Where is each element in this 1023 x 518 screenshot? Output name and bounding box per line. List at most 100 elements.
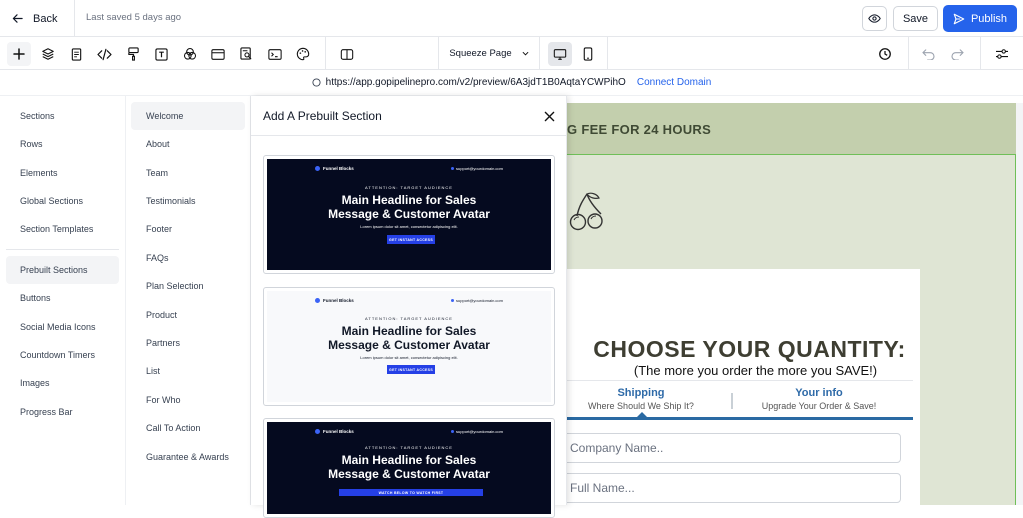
save-button[interactable]: Save bbox=[893, 6, 938, 31]
full-name-field[interactable]: Full Name... bbox=[563, 473, 901, 503]
quantity-subheading: (The more you order the more you SAVE!) bbox=[633, 363, 878, 378]
sub-item-for-who[interactable]: For Who bbox=[131, 386, 245, 414]
nav-item-sections[interactable]: Sections bbox=[6, 102, 119, 130]
page-selector-label: Squeeze Page bbox=[449, 48, 512, 59]
sub-item-guarantee-awards[interactable]: Guarantee & Awards bbox=[131, 443, 245, 471]
redo-button[interactable] bbox=[945, 42, 969, 66]
mobile-view-button[interactable] bbox=[576, 42, 600, 66]
preview-button[interactable] bbox=[862, 6, 887, 31]
nav-item-images[interactable]: Images bbox=[6, 369, 119, 397]
nav-item-social-media-icons[interactable]: Social Media Icons bbox=[6, 313, 119, 341]
step-subtitle: Where Should We Ship It? bbox=[588, 401, 694, 411]
thumbnail-email-text: support@yourdomain.com bbox=[456, 298, 503, 303]
layout-button[interactable] bbox=[206, 42, 230, 66]
prebuilt-section-thumbnail[interactable]: Funnel Blocks support@yourdomain.com ATT… bbox=[263, 418, 555, 518]
nav-item-countdown-timers[interactable]: Countdown Timers bbox=[6, 341, 119, 369]
page-canvas: G FEE FOR 24 HOURS CHOOSE YOUR QUANTITY:… bbox=[563, 96, 1023, 505]
layers-button[interactable] bbox=[36, 42, 60, 66]
prebuilt-section-thumbnail[interactable]: Funnel Blocks support@yourdomain.com ATT… bbox=[263, 155, 555, 274]
connect-domain-link[interactable]: Connect Domain bbox=[637, 77, 711, 88]
nav-item-prebuilt-sections[interactable]: Prebuilt Sections bbox=[6, 256, 119, 284]
sub-item-footer[interactable]: Footer bbox=[131, 215, 245, 243]
sub-item-label: FAQs bbox=[146, 253, 169, 263]
color-circles-icon bbox=[183, 47, 197, 60]
nav-item-buttons[interactable]: Buttons bbox=[6, 284, 119, 312]
publish-button[interactable]: Publish bbox=[943, 5, 1017, 32]
close-panel-button[interactable] bbox=[541, 108, 557, 124]
nav-item-progress-bar[interactable]: Progress Bar bbox=[6, 398, 119, 426]
preview-url[interactable]: https://app.gopipelinepro.com/v2/preview… bbox=[326, 77, 626, 88]
nav-item-label: Images bbox=[20, 378, 50, 388]
nav-item-elements[interactable]: Elements bbox=[6, 159, 119, 187]
layout-icon bbox=[211, 48, 225, 60]
thumbnail-cta: GET INSTANT ACCESS bbox=[387, 235, 435, 244]
page-selector-dropdown[interactable]: Squeeze Page bbox=[438, 37, 540, 70]
canvas-scrollbar[interactable] bbox=[1016, 103, 1023, 505]
nav-item-label: Rows bbox=[20, 139, 43, 149]
toolbar-divider bbox=[607, 37, 608, 70]
theme-button[interactable] bbox=[291, 42, 315, 66]
nav-item-global-sections[interactable]: Global Sections bbox=[6, 187, 119, 215]
paint-button[interactable] bbox=[121, 42, 145, 66]
sub-item-label: Partners bbox=[146, 338, 181, 348]
promo-banner[interactable]: G FEE FOR 24 HOURS bbox=[567, 103, 1016, 155]
sub-item-plan-selection[interactable]: Plan Selection bbox=[131, 272, 245, 300]
thumbnail-headline: Message & Customer Avatar bbox=[328, 467, 490, 481]
desktop-icon bbox=[553, 48, 567, 60]
sub-item-partners[interactable]: Partners bbox=[131, 329, 245, 357]
back-button[interactable]: Back bbox=[0, 0, 75, 37]
field-placeholder: Full Name... bbox=[570, 481, 635, 495]
redo-icon bbox=[950, 48, 964, 60]
sub-item-welcome[interactable]: Welcome bbox=[131, 102, 245, 130]
sub-item-label: Welcome bbox=[146, 111, 184, 121]
thumbnail-headline: Message & Customer Avatar bbox=[328, 207, 490, 221]
thumbnail-logo: Funnel Blocks bbox=[315, 429, 354, 434]
step-shipping[interactable]: Shipping Where Should We Ship It? bbox=[581, 387, 701, 411]
sub-item-label: Testimonials bbox=[146, 196, 196, 206]
eye-icon bbox=[868, 14, 881, 23]
layers-icon bbox=[42, 48, 54, 60]
step-title: Shipping bbox=[617, 387, 665, 399]
nav-item-label: Progress Bar bbox=[20, 407, 73, 417]
nav-item-section-templates[interactable]: Section Templates bbox=[6, 215, 119, 243]
sidebar-toggle-button[interactable] bbox=[335, 42, 359, 66]
toolbar-divider bbox=[325, 37, 326, 70]
text-button[interactable] bbox=[149, 42, 173, 66]
pages-button[interactable] bbox=[64, 42, 88, 66]
search-doc-icon bbox=[239, 47, 252, 60]
step-your-info[interactable]: Your info Upgrade Your Order & Save! bbox=[751, 387, 887, 411]
last-saved-status: Last saved 5 days ago bbox=[86, 12, 182, 23]
step-subtitle: Upgrade Your Order & Save! bbox=[761, 401, 877, 411]
thumbnail-email: support@yourdomain.com bbox=[451, 429, 503, 434]
sub-item-testimonials[interactable]: Testimonials bbox=[131, 187, 245, 215]
thumbnail-headline: Main Headline for Sales bbox=[341, 324, 477, 338]
desktop-view-button[interactable] bbox=[548, 42, 572, 66]
cherry-icon bbox=[569, 192, 603, 231]
undo-button[interactable] bbox=[916, 42, 940, 66]
sub-item-call-to-action[interactable]: Call To Action bbox=[131, 414, 245, 442]
seo-button[interactable] bbox=[234, 42, 258, 66]
thumbnail-email-text: support@yourdomain.com bbox=[456, 166, 503, 171]
sub-item-product[interactable]: Product bbox=[131, 301, 245, 329]
thumbnail-logo-text: Funnel Blocks bbox=[323, 166, 354, 171]
terminal-button[interactable] bbox=[263, 42, 287, 66]
add-element-button[interactable] bbox=[7, 42, 31, 66]
settings-button[interactable] bbox=[990, 42, 1014, 66]
code-button[interactable] bbox=[92, 42, 116, 66]
thumbnail-subtext: Lorem ipsum dolor sit amet, consectetur … bbox=[360, 355, 458, 360]
field-placeholder: Company Name.. bbox=[570, 441, 664, 455]
company-name-field[interactable]: Company Name.. bbox=[563, 433, 901, 463]
text-icon bbox=[154, 47, 168, 61]
sub-item-team[interactable]: Team bbox=[131, 159, 245, 187]
thumbnail-eyebrow: ATTENTION: TARGET AUDIENCE bbox=[365, 316, 453, 321]
nav-item-rows[interactable]: Rows bbox=[6, 130, 119, 158]
sub-item-faqs[interactable]: FAQs bbox=[131, 244, 245, 272]
sub-item-about[interactable]: About bbox=[131, 130, 245, 158]
color-button[interactable] bbox=[178, 42, 202, 66]
history-button[interactable] bbox=[873, 42, 897, 66]
sub-item-list[interactable]: List bbox=[131, 357, 245, 385]
thumbnail-email-text: support@yourdomain.com bbox=[456, 429, 503, 434]
thumbnail-preview: Funnel Blocks support@yourdomain.com ATT… bbox=[267, 422, 551, 514]
sub-item-label: About bbox=[146, 139, 170, 149]
prebuilt-section-thumbnail[interactable]: Funnel Blocks support@yourdomain.com ATT… bbox=[263, 287, 555, 406]
